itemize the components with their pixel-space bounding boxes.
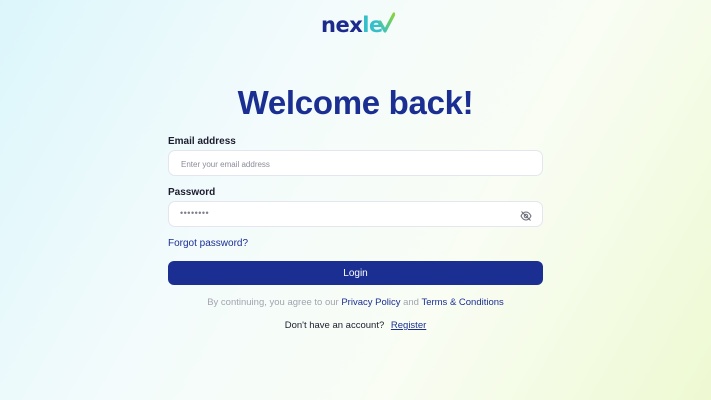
terms-prefix: By continuing, you agree to our [207, 297, 342, 308]
privacy-policy-link[interactable]: Privacy Policy [341, 297, 400, 308]
email-label: Email address [168, 136, 236, 147]
login-button[interactable]: Login [168, 261, 543, 285]
password-field[interactable]: •••••••• [168, 201, 543, 227]
password-label: Password [168, 187, 216, 198]
page-title: Welcome back! [237, 84, 474, 121]
terms-text: By continuing, you agree to our Privacy … [0, 297, 711, 308]
brand-logo: nex le [321, 12, 395, 36]
terms-conditions-link[interactable]: Terms & Conditions [421, 297, 503, 308]
eye-off-icon[interactable] [520, 209, 532, 221]
logo-check-icon [378, 12, 395, 33]
email-input[interactable] [179, 151, 513, 177]
register-link[interactable]: Register [391, 320, 426, 331]
register-prompt: Don't have an account? [284, 320, 385, 331]
password-value: •••••••• [180, 208, 210, 218]
register-row: Don't have an account? Register [0, 320, 711, 331]
logo-text-part1: nex [321, 13, 363, 37]
terms-and: and [400, 297, 422, 308]
forgot-password-link[interactable]: Forgot password? [168, 238, 248, 249]
email-field-container [168, 150, 543, 177]
